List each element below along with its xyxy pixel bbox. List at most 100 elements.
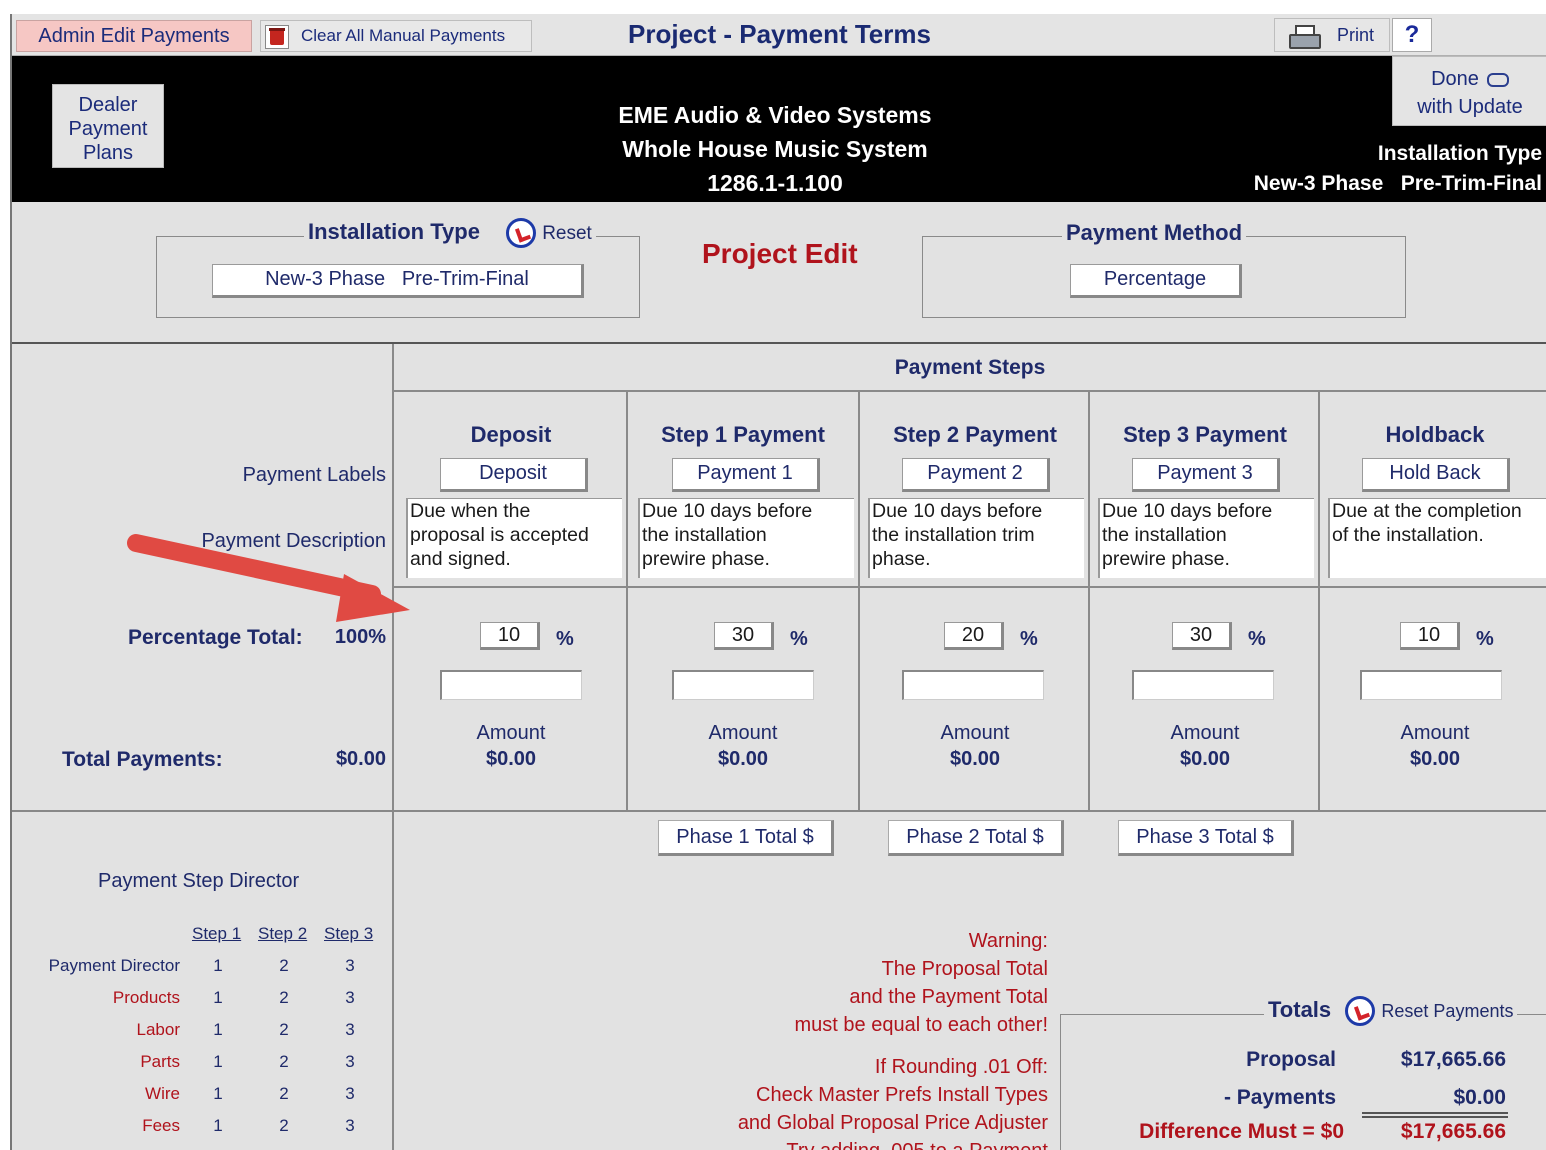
manual-amount-field-deposit[interactable] (440, 670, 582, 700)
director-step-value[interactable]: 3 (340, 1020, 360, 1040)
payments-label: - Payments (1223, 1086, 1336, 1109)
phase-2-total-button[interactable]: Phase 2 Total $ (888, 820, 1064, 856)
payment-description-row-label: Payment Description (201, 530, 386, 552)
amount-value-step-1: $0.00 (717, 748, 769, 770)
desc-line: and signed. (410, 548, 511, 570)
difference-label: Difference Must = $0 (1139, 1120, 1344, 1143)
percent-sign: % (556, 628, 574, 650)
warning-line: Check Master Prefs Install Types (756, 1084, 1048, 1106)
amount-label: Amount (940, 722, 1010, 744)
manual-amount-field-holdback[interactable] (1360, 670, 1502, 700)
sum-underline (1362, 1112, 1508, 1118)
director-step-value[interactable]: 2 (274, 956, 294, 976)
amount-label: Amount (708, 722, 778, 744)
amount-value-deposit: $0.00 (485, 748, 537, 770)
percent-field-step-2[interactable]: 20 (944, 622, 1004, 650)
payment-method-field[interactable]: Percentage (1070, 264, 1242, 298)
proposal-label: Proposal (1246, 1048, 1336, 1071)
reset-payments-icon[interactable] (1345, 996, 1376, 1026)
payment-steps-grid: Payment Steps Payment Labels Payment Des… (12, 342, 1546, 814)
director-step-value[interactable]: 1 (208, 1020, 228, 1040)
installation-type-label: Installation Type (308, 218, 480, 244)
manual-amount-field-step-1[interactable] (672, 670, 814, 700)
warning-line: Warning: (968, 930, 1048, 952)
payment-method-title: Payment Method (1062, 220, 1247, 246)
manual-amount-field-step-3[interactable] (1132, 670, 1274, 700)
reset-label[interactable]: Reset (542, 223, 592, 244)
director-step-value[interactable]: 2 (274, 1116, 294, 1136)
director-step-value[interactable]: 1 (208, 1084, 228, 1104)
payment-description-holdback[interactable]: Due at the completion of the installatio… (1328, 498, 1546, 578)
payment-description-step-3[interactable]: Due 10 days before the installation prew… (1098, 498, 1314, 578)
director-step-value[interactable]: 3 (340, 1052, 360, 1072)
desc-line: the installation (1102, 524, 1227, 546)
payment-label-field-holdback[interactable]: Hold Back (1362, 458, 1510, 492)
desc-line: Due 10 days before (872, 500, 1043, 522)
total-payments-label: Total Payments: (62, 748, 223, 771)
director-column-step-1: Step 1 (192, 924, 242, 943)
payments-value: $0.00 (1453, 1086, 1506, 1109)
reset-payments-label[interactable]: Reset Payments (1381, 1001, 1513, 1021)
project-edit-title: Project Edit (702, 238, 858, 269)
warning-line: and Global Proposal Price Adjuster (737, 1112, 1048, 1134)
amount-value-holdback: $0.00 (1409, 748, 1461, 770)
payment-label-field-deposit[interactable]: Deposit (440, 458, 588, 492)
director-column-step-2: Step 2 (258, 924, 308, 943)
payment-label-field-step-1[interactable]: Payment 1 (672, 458, 820, 492)
totals-title: Totals Reset Payments (1264, 996, 1518, 1026)
payment-description-step-1[interactable]: Due 10 days before the installation prew… (638, 498, 854, 578)
amount-label: Amount (476, 722, 546, 744)
payment-label-field-step-3[interactable]: Payment 3 (1132, 458, 1280, 492)
percent-field-holdback[interactable]: 10 (1400, 622, 1460, 650)
reset-icon[interactable] (506, 218, 537, 248)
installation-type-title: Installation Type Reset (304, 218, 596, 248)
payment-terms-window: Admin Edit Payments Clear All Manual Pay… (10, 14, 1546, 1150)
help-button[interactable]: ? (1392, 18, 1432, 52)
step-title-step-2: Step 2 Payment (893, 422, 1057, 447)
director-row-label: Parts (140, 1052, 180, 1071)
director-step-value[interactable]: 3 (340, 956, 360, 976)
director-step-value[interactable]: 2 (274, 1084, 294, 1104)
desc-line: Due 10 days before (1102, 500, 1273, 522)
director-step-value[interactable]: 1 (208, 988, 228, 1008)
payment-label-field-step-2[interactable]: Payment 2 (902, 458, 1050, 492)
director-step-value[interactable]: 3 (340, 1116, 360, 1136)
done-with-update-button[interactable]: Done with Update (1392, 56, 1546, 126)
print-label: Print (1337, 25, 1375, 45)
director-step-value[interactable]: 1 (208, 956, 228, 976)
installation-type-field[interactable]: New-3 Phase Pre-Trim-Final (212, 264, 584, 298)
director-step-value[interactable]: 2 (274, 1020, 294, 1040)
percent-field-step-1[interactable]: 30 (714, 622, 774, 650)
director-step-value[interactable]: 3 (340, 1084, 360, 1104)
warning-line: must be equal to each other! (794, 1014, 1049, 1036)
phase-1-total-button[interactable]: Phase 1 Total $ (658, 820, 834, 856)
printer-icon (1289, 25, 1321, 49)
director-row-label: Fees (142, 1116, 180, 1135)
payment-labels-row-label: Payment Labels (242, 464, 386, 486)
desc-line: phase. (872, 548, 931, 570)
desc-line: Due when the (410, 500, 531, 522)
bottom-panel: Phase 1 Total $ Phase 2 Total $ Phase 3 … (12, 810, 1546, 1150)
clear-manual-payments-button[interactable]: Clear All Manual Payments (260, 20, 532, 52)
amount-value-step-2: $0.00 (949, 748, 1001, 770)
phase-3-total-button[interactable]: Phase 3 Total $ (1118, 820, 1294, 856)
director-step-value[interactable]: 1 (208, 1116, 228, 1136)
header-install-type-label: Installation Type (1377, 142, 1542, 165)
director-step-value[interactable]: 1 (208, 1052, 228, 1072)
payment-description-deposit[interactable]: Due when the proposal is accepted and si… (406, 498, 622, 578)
director-column-step-3: Step 3 (324, 924, 374, 943)
percentage-total-value: 100% (334, 626, 386, 648)
done-label-line2: with Update (1417, 96, 1523, 118)
percent-field-step-3[interactable]: 30 (1172, 622, 1232, 650)
percent-sign: % (1020, 628, 1038, 650)
admin-edit-payments-button[interactable]: Admin Edit Payments (16, 20, 252, 52)
director-step-value[interactable]: 2 (274, 1052, 294, 1072)
director-step-value[interactable]: 2 (274, 988, 294, 1008)
percent-sign: % (1476, 628, 1494, 650)
print-button[interactable]: Print (1274, 18, 1390, 52)
percent-field-deposit[interactable]: 10 (480, 622, 540, 650)
payment-description-step-2[interactable]: Due 10 days before the installation trim… (868, 498, 1084, 578)
director-step-value[interactable]: 3 (340, 988, 360, 1008)
manual-amount-field-step-2[interactable] (902, 670, 1044, 700)
desc-line: of the installation. (1332, 524, 1484, 546)
